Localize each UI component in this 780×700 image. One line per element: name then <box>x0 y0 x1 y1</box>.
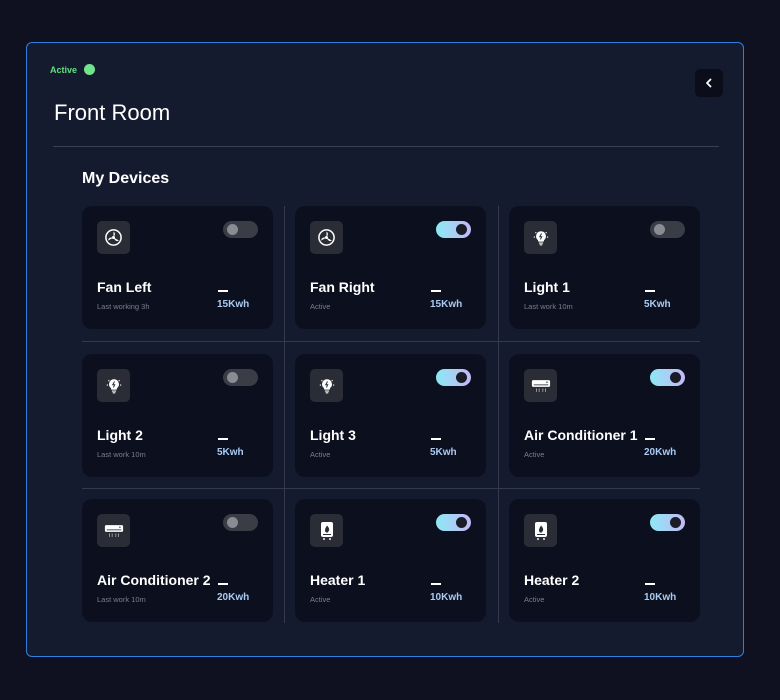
energy-dash <box>645 583 655 585</box>
energy-dash <box>218 583 228 585</box>
device-name: Fan Right <box>310 279 375 295</box>
device-energy: 15Kwh <box>217 299 250 310</box>
device-toggle[interactable] <box>650 369 685 386</box>
toggle-knob <box>456 517 467 528</box>
toggle-knob <box>227 517 238 528</box>
air-conditioner-icon <box>524 369 557 402</box>
status-indicator: Active <box>50 64 96 75</box>
fan-icon <box>97 221 130 254</box>
energy-dash <box>645 290 655 292</box>
device-status: Last work 10m <box>524 302 573 311</box>
toggle-knob <box>654 224 665 235</box>
device-toggle[interactable] <box>223 369 258 386</box>
device-name: Heater 1 <box>310 572 366 588</box>
toggle-knob <box>670 372 681 383</box>
toggle-knob <box>227 224 238 235</box>
device-card[interactable]: Light 3 Active 5Kwh <box>295 354 486 477</box>
energy-dash <box>645 438 655 440</box>
lightbulb-icon <box>310 369 343 402</box>
device-name: Light 1 <box>524 279 570 295</box>
chevron-left-icon <box>706 78 712 88</box>
heater-icon <box>310 514 343 547</box>
device-energy: 15Kwh <box>430 299 463 310</box>
device-card[interactable]: Heater 2 Active 10Kwh <box>509 499 700 622</box>
device-status: Active <box>310 450 331 459</box>
device-name: Air Conditioner 1 <box>524 427 638 443</box>
status-label: Active <box>50 64 78 75</box>
device-energy: 10Kwh <box>644 592 677 603</box>
toggle-knob <box>456 224 467 235</box>
grid-divider-vertical <box>284 206 285 623</box>
device-status: Active <box>524 450 545 459</box>
title-divider <box>53 146 719 147</box>
device-name: Heater 2 <box>524 572 580 588</box>
lightbulb-icon <box>524 221 557 254</box>
energy-dash <box>218 290 228 292</box>
device-status: Active <box>310 595 331 604</box>
device-toggle[interactable] <box>223 514 258 531</box>
toggle-knob <box>456 372 467 383</box>
device-status: Last working 3h <box>97 302 150 311</box>
device-toggle[interactable] <box>650 221 685 238</box>
device-status: Last work 10m <box>97 595 146 604</box>
device-toggle[interactable] <box>436 514 471 531</box>
device-toggle[interactable] <box>223 221 258 238</box>
back-button[interactable] <box>695 69 723 97</box>
device-card[interactable]: Light 2 Last work 10m 5Kwh <box>82 354 273 477</box>
grid-divider-vertical <box>498 206 499 623</box>
energy-dash <box>431 438 441 440</box>
grid-divider-horizontal <box>82 488 700 489</box>
toggle-knob <box>227 372 238 383</box>
device-toggle[interactable] <box>436 221 471 238</box>
device-energy: 5Kwh <box>217 447 244 458</box>
device-toggle[interactable] <box>650 514 685 531</box>
device-card[interactable]: Fan Left Last working 3h 15Kwh <box>82 206 273 329</box>
device-card[interactable]: Air Conditioner 1 Active 20Kwh <box>509 354 700 477</box>
section-title: My Devices <box>82 170 170 187</box>
energy-dash <box>431 583 441 585</box>
energy-dash <box>218 438 228 440</box>
status-dot <box>84 64 96 75</box>
device-status: Active <box>310 302 331 311</box>
device-card[interactable]: Heater 1 Active 10Kwh <box>295 499 486 622</box>
fan-icon <box>310 221 343 254</box>
device-card[interactable]: Air Conditioner 2 Last work 10m 20Kwh <box>82 499 273 622</box>
device-name: Fan Left <box>97 279 152 295</box>
device-card[interactable]: Fan Right Active 15Kwh <box>295 206 486 329</box>
device-energy: 20Kwh <box>217 592 250 603</box>
energy-dash <box>431 290 441 292</box>
device-name: Light 2 <box>97 427 143 443</box>
device-status: Last work 10m <box>97 450 146 459</box>
heater-icon <box>524 514 557 547</box>
device-energy: 5Kwh <box>430 447 457 458</box>
lightbulb-icon <box>97 369 130 402</box>
device-card[interactable]: Light 1 Last work 10m 5Kwh <box>509 206 700 329</box>
air-conditioner-icon <box>97 514 130 547</box>
device-status: Active <box>524 595 545 604</box>
device-name: Air Conditioner 2 <box>97 572 211 588</box>
grid-divider-horizontal <box>82 341 700 342</box>
toggle-knob <box>670 517 681 528</box>
device-name: Light 3 <box>310 427 356 443</box>
device-energy: 20Kwh <box>644 447 677 458</box>
page-title: Front Room <box>54 100 171 125</box>
device-toggle[interactable] <box>436 369 471 386</box>
room-panel: Active Front Room My Devices Fan Left Las… <box>26 42 744 657</box>
device-energy: 5Kwh <box>644 299 671 310</box>
device-energy: 10Kwh <box>430 592 463 603</box>
